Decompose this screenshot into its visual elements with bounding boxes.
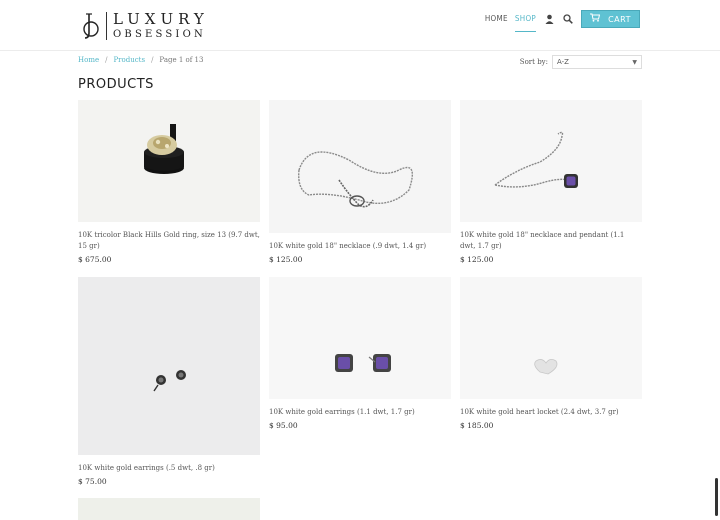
breadcrumb-home[interactable]: Home [78,56,99,64]
logo-line2: OBSESSION [113,29,206,40]
cart-icon [590,13,601,25]
product-card[interactable]: 10K white gold earrings (.5 dwt, .8 gr) … [78,277,260,486]
product-image[interactable] [460,100,642,222]
product-name[interactable]: 10K white gold earrings (1.1 dwt, 1.7 gr… [269,407,451,418]
product-name[interactable]: 10K white gold heart locket (2.4 dwt, 3.… [460,407,642,418]
breadcrumb-separator: / [151,56,154,64]
search-icon[interactable] [562,13,574,25]
cart-button[interactable]: CART [581,10,640,28]
product-price: $ 75.00 [78,477,107,486]
chevron-down-icon: ▼ [632,58,637,66]
product-image[interactable] [78,277,260,455]
product-name[interactable]: 10K white gold earrings (.5 dwt, .8 gr) [78,463,260,474]
sort-control: Sort by: A-Z ▼ [520,55,642,69]
product-card[interactable]: 10K white gold earrings (1.1 dwt, 1.7 gr… [269,277,451,430]
page-title: PRODUCTS [78,77,154,92]
breadcrumb-products[interactable]: Products [113,56,145,64]
scrollbar[interactable] [715,478,718,516]
nav-shop[interactable]: SHOP [514,10,537,32]
logo-divider [106,12,107,40]
breadcrumb-separator: / [105,56,108,64]
product-price: $ 125.00 [460,255,494,264]
main-nav: HOME SHOP CART [485,10,640,32]
product-card[interactable]: 10K white gold 18" necklace (.9 dwt, 1.4… [269,100,451,264]
product-price: $ 95.00 [269,421,298,430]
logo-line1: LUXURY [113,10,209,28]
breadcrumb: Home / Products / Page 1 of 13 [78,56,203,64]
cart-label: CART [608,14,631,24]
product-image[interactable] [269,277,451,399]
product-image[interactable] [460,277,642,399]
product-name[interactable]: 10K white gold 18" necklace and pendant … [460,230,642,252]
product-name[interactable]: 10K tricolor Black Hills Gold ring, size… [78,230,260,252]
product-image[interactable] [78,498,260,520]
product-name[interactable]: 10K white gold 18" necklace (.9 dwt, 1.4… [269,241,451,252]
breadcrumb-page: Page 1 of 13 [159,56,204,64]
product-image[interactable] [269,100,451,233]
user-icon[interactable] [543,13,555,25]
site-header: LUXURY OBSESSION HOME SHOP CART [0,0,720,51]
product-image[interactable] [78,100,260,222]
product-price: $ 675.00 [78,255,112,264]
brand-logo[interactable]: LUXURY OBSESSION [80,10,209,42]
product-card[interactable]: 10K white gold heart locket (2.4 dwt, 3.… [460,277,642,430]
product-card[interactable]: 10K tricolor Black Hills Gold ring, size… [78,100,260,264]
sort-label: Sort by: [519,58,548,66]
sort-select[interactable]: A-Z ▼ [552,55,642,69]
logo-wordmark: LUXURY OBSESSION [113,12,209,40]
product-card[interactable] [78,498,260,520]
product-price: $ 125.00 [269,255,303,264]
product-card[interactable]: 10K white gold 18" necklace and pendant … [460,100,642,264]
product-price: $ 185.00 [460,421,494,430]
nav-home[interactable]: HOME [485,10,508,28]
sort-value: A-Z [557,58,569,66]
logo-monogram-icon [80,11,102,41]
